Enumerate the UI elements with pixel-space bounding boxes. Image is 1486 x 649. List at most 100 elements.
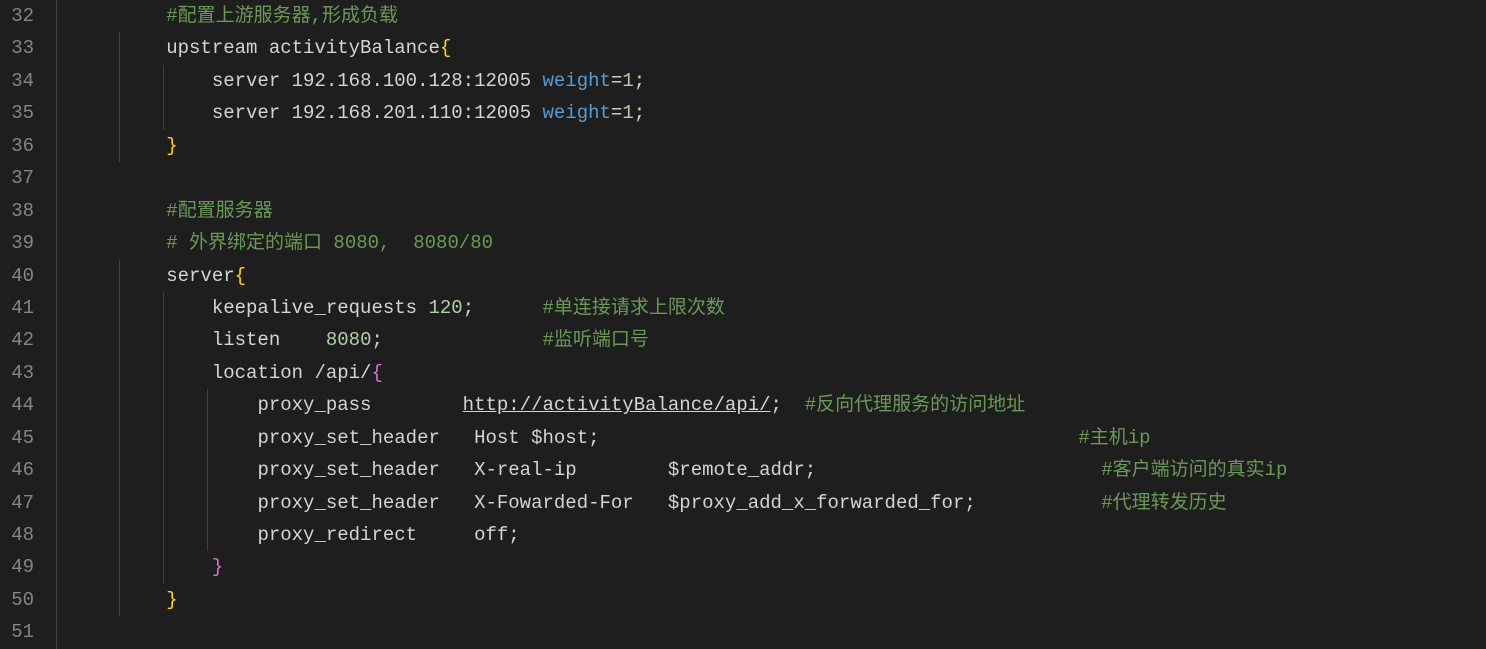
code-text: } [75, 589, 178, 611]
token: } [166, 589, 177, 611]
token: #单连接请求上限次数 [543, 297, 725, 319]
line-number: 39 [10, 227, 34, 259]
indent-guide [163, 519, 164, 551]
indent-guide [163, 292, 164, 324]
code-line[interactable]: upstream activityBalance{ [75, 32, 1486, 64]
code-line[interactable]: server{ [75, 260, 1486, 292]
code-text: } [75, 556, 223, 578]
code-line[interactable]: proxy_set_header X-Fowarded-For $proxy_a… [75, 487, 1486, 519]
token: proxy_set_header Host $host; [257, 427, 1078, 449]
code-line[interactable]: } [75, 130, 1486, 162]
indent-guide [163, 454, 164, 486]
token: ; [771, 394, 805, 416]
code-text: proxy_set_header Host $host; #主机ip [75, 427, 1151, 449]
code-line[interactable]: proxy_set_header X-real-ip $remote_addr;… [75, 454, 1486, 486]
indent-guide [207, 422, 208, 454]
indent-guide [119, 389, 120, 421]
indent-guide [119, 260, 120, 292]
indent-guide [119, 292, 120, 324]
line-number: 42 [10, 324, 34, 356]
code-text: proxy_set_header X-Fowarded-For $proxy_a… [75, 492, 1227, 514]
line-number: 47 [10, 487, 34, 519]
indent-guide [163, 324, 164, 356]
indent-guide [119, 584, 120, 616]
code-line[interactable]: #配置服务器 [75, 195, 1486, 227]
token: #监听端口号 [543, 329, 649, 351]
indent-guide [163, 357, 164, 389]
token: = [611, 70, 622, 92]
token: weight [543, 70, 611, 92]
line-number: 43 [10, 357, 34, 389]
code-line[interactable]: listen 8080; #监听端口号 [75, 324, 1486, 356]
token: { [371, 362, 382, 384]
indent-guide [163, 487, 164, 519]
code-line[interactable]: #配置上游服务器,形成负载 [75, 0, 1486, 32]
token: # 外界绑定的端口 8080, 8080/80 [166, 232, 493, 254]
indent-guide [207, 487, 208, 519]
code-text: server{ [75, 265, 246, 287]
code-text: proxy_redirect off; [75, 524, 520, 546]
code-text: #配置服务器 [75, 200, 273, 222]
code-editor[interactable]: 3233343536373839404142434445464748495051… [0, 0, 1486, 649]
code-line[interactable]: # 外界绑定的端口 8080, 8080/80 [75, 227, 1486, 259]
token: 1 [622, 102, 633, 124]
indent-guide [119, 454, 120, 486]
token: http://activityBalance/api/ [463, 394, 771, 416]
token: server [166, 265, 234, 287]
token: } [166, 135, 177, 157]
code-line[interactable]: location /api/{ [75, 357, 1486, 389]
indent-guide [207, 389, 208, 421]
indent-guide [163, 389, 164, 421]
code-line[interactable] [75, 616, 1486, 648]
code-line[interactable]: proxy_set_header Host $host; #主机ip [75, 422, 1486, 454]
token: server [212, 102, 292, 124]
code-line[interactable]: server 192.168.201.110:12005 weight=1; [75, 97, 1486, 129]
code-text: upstream activityBalance{ [75, 37, 451, 59]
code-text: #配置上游服务器,形成负载 [75, 5, 398, 27]
indent-guide [119, 422, 120, 454]
line-number: 40 [10, 260, 34, 292]
token: weight [543, 102, 611, 124]
token: keepalive_requests [212, 297, 429, 319]
code-text: proxy_set_header X-real-ip $remote_addr;… [75, 459, 1287, 481]
code-area[interactable]: #配置上游服务器,形成负载 upstream activityBalance{ … [56, 0, 1486, 649]
line-number: 46 [10, 454, 34, 486]
line-number: 37 [10, 162, 34, 194]
line-number: 34 [10, 65, 34, 97]
token: { [440, 37, 451, 59]
token: #反向代理服务的访问地址 [805, 394, 1025, 416]
token: #主机ip [1078, 427, 1150, 449]
code-line[interactable]: } [75, 551, 1486, 583]
line-number: 48 [10, 519, 34, 551]
token: ; [634, 70, 645, 92]
token: proxy_pass [257, 394, 462, 416]
line-number: 35 [10, 97, 34, 129]
indent-guide [119, 487, 120, 519]
code-line[interactable]: proxy_pass http://activityBalance/api/; … [75, 389, 1486, 421]
line-number: 38 [10, 195, 34, 227]
code-line[interactable] [75, 162, 1486, 194]
code-line[interactable]: proxy_redirect off; [75, 519, 1486, 551]
code-line[interactable]: keepalive_requests 120; #单连接请求上限次数 [75, 292, 1486, 324]
token: server [212, 70, 292, 92]
indent-guide [207, 454, 208, 486]
indent-guide [163, 422, 164, 454]
indent-guide [163, 97, 164, 129]
code-line[interactable]: } [75, 584, 1486, 616]
token: = [611, 102, 622, 124]
token: #配置上游服务器,形成负载 [166, 5, 398, 27]
indent-guide [207, 519, 208, 551]
token: location /api/ [212, 362, 372, 384]
line-number: 45 [10, 422, 34, 454]
token: #代理转发历史 [1101, 492, 1226, 514]
token: 1 [622, 70, 633, 92]
token: #客户端访问的真实ip [1101, 459, 1287, 481]
token: proxy_set_header X-real-ip $remote_addr; [257, 459, 1101, 481]
code-line[interactable]: server 192.168.100.128:12005 weight=1; [75, 65, 1486, 97]
line-number: 51 [10, 616, 34, 648]
code-text: keepalive_requests 120; #单连接请求上限次数 [75, 297, 725, 319]
line-number: 41 [10, 292, 34, 324]
line-number: 33 [10, 32, 34, 64]
token: 120 [428, 297, 462, 319]
code-text: listen 8080; #监听端口号 [75, 329, 649, 351]
